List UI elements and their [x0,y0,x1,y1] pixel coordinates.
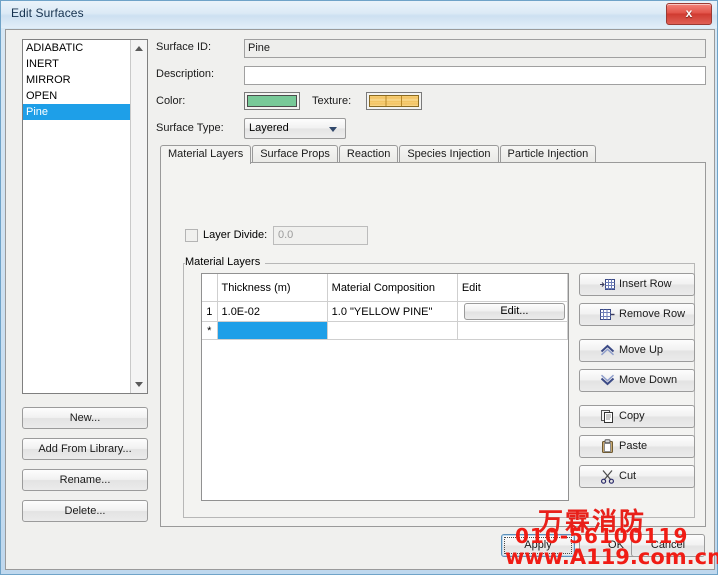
list-item[interactable]: OPEN [23,88,147,104]
tab-material-layers[interactable]: Material Layers [160,145,252,164]
scroll-up-icon[interactable] [131,40,147,57]
list-item[interactable]: MIRROR [23,72,147,88]
material-layers-group-label: Material Layers [185,256,266,268]
cancel-button[interactable]: Cancel [631,534,705,557]
material-layers-grid[interactable]: Thickness (m) Material Composition Edit … [201,273,569,501]
cell-composition-new[interactable] [327,321,458,340]
new-button[interactable]: New... [22,407,148,429]
color-label: Color: [156,95,186,107]
move-up-label: Move Up [619,344,664,356]
rename-button[interactable]: Rename... [22,469,148,491]
column-header-thickness[interactable]: Thickness (m) [217,274,328,302]
move-up-button[interactable]: Move Up [579,339,695,362]
chevron-down-icon [329,127,337,132]
tab-panel-material-layers: Layer Divide: 0.0 Material Layers Thickn… [160,162,706,527]
title-bar: Edit Surfaces x [1,1,717,28]
focus-ring [504,537,572,554]
cell-edit-new[interactable] [457,321,568,340]
description-label: Description: [156,68,215,80]
layer-divide-input[interactable]: 0.0 [273,226,368,245]
delete-button[interactable]: Delete... [22,500,148,522]
cut-button[interactable]: Cut [579,465,695,488]
surface-type-value: Layered [249,122,289,134]
chevron-down-icon [600,373,615,388]
insert-row-label: Insert Row [619,278,672,290]
dialog-client-area: ADIABATIC INERT MIRROR OPEN Pine New... … [5,29,715,570]
move-down-label: Move Down [619,374,678,386]
paste-icon [600,439,615,454]
close-icon: x [685,6,693,20]
texture-swatch-button[interactable] [366,92,422,110]
insert-row-icon [600,277,615,292]
chevron-up-icon [600,343,615,358]
texture-swatch-fill [369,95,419,107]
surface-type-label: Surface Type: [156,122,224,134]
tab-particle-injection[interactable]: Particle Injection [499,145,597,163]
layer-divide-checkbox[interactable] [185,229,198,242]
remove-row-label: Remove Row [619,308,686,320]
column-header-rownum [202,274,218,302]
layer-divide-label: Layer Divide: [203,229,268,241]
surface-detail-panel: Surface ID: Pine Description: Color: Tex… [156,39,706,529]
list-item-selected[interactable]: Pine [23,104,133,120]
copy-icon [600,409,615,424]
remove-row-button[interactable]: Remove Row [579,303,695,326]
tab-reaction[interactable]: Reaction [338,145,399,163]
close-button[interactable]: x [666,3,712,25]
surface-type-select[interactable]: Layered [244,118,346,139]
scissors-icon [600,469,615,484]
cell-edit: Edit... [457,301,568,322]
description-input[interactable] [244,66,706,85]
color-swatch-button[interactable] [244,92,300,110]
scroll-down-icon[interactable] [131,376,147,393]
edit-row-button[interactable]: Edit... [463,303,565,320]
column-header-composition[interactable]: Material Composition [327,274,458,302]
copy-label: Copy [619,410,645,422]
cell-thickness-new[interactable] [217,321,328,340]
surface-id-label: Surface ID: [156,41,212,53]
move-down-button[interactable]: Move Down [579,369,695,392]
remove-row-icon [600,307,615,322]
dialog-window: Edit Surfaces x ADIABATIC INERT MIRROR O… [0,0,718,575]
add-from-library-button[interactable]: Add From Library... [22,438,148,460]
table-row-new[interactable]: * [202,321,568,340]
tab-species-injection[interactable]: Species Injection [399,145,499,163]
tab-strip: Material Layers Surface Props Reaction S… [160,145,706,164]
insert-row-button[interactable]: Insert Row [579,273,695,296]
list-item[interactable]: INERT [23,56,147,72]
row-header-new: * [202,321,218,340]
paste-label: Paste [619,440,648,452]
table-row[interactable]: 1 1.0E-02 1.0 "YELLOW PINE" Edit... [202,301,568,322]
surface-id-input[interactable]: Pine [244,39,706,58]
cut-label: Cut [619,470,637,482]
window-title: Edit Surfaces [11,6,84,20]
cell-composition[interactable]: 1.0 "YELLOW PINE" [327,301,458,322]
texture-label: Texture: [312,95,352,107]
tab-surface-props[interactable]: Surface Props [252,145,338,163]
column-header-edit[interactable]: Edit [457,274,568,302]
color-swatch-fill [247,95,297,107]
copy-button[interactable]: Copy [579,405,695,428]
paste-button[interactable]: Paste [579,435,695,458]
row-header: 1 [202,301,218,322]
list-scrollbar[interactable] [130,40,147,393]
surface-list[interactable]: ADIABATIC INERT MIRROR OPEN Pine [22,39,148,394]
list-item[interactable]: ADIABATIC [23,40,147,56]
cell-thickness[interactable]: 1.0E-02 [217,301,328,322]
table-header-row: Thickness (m) Material Composition Edit [202,274,568,302]
apply-button[interactable]: Apply [501,534,575,557]
